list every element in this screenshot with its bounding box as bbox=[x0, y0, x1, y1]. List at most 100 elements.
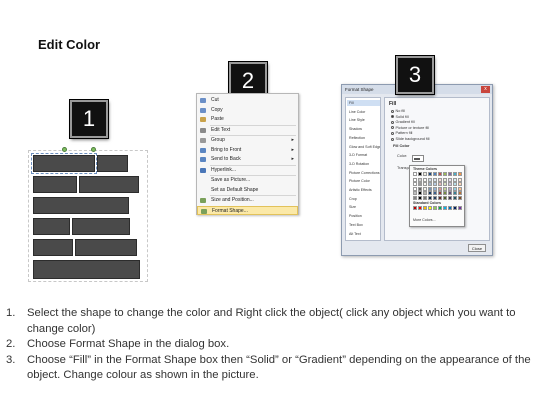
brick-shape-selected[interactable] bbox=[31, 153, 97, 174]
dialog-nav-item[interactable]: Picture Corrections bbox=[347, 170, 380, 176]
dialog-nav-item[interactable]: Artistic Effects bbox=[347, 187, 380, 193]
menu-item[interactable]: Hyperlink... bbox=[197, 166, 298, 175]
color-swatch[interactable] bbox=[433, 177, 437, 182]
color-swatch[interactable] bbox=[418, 182, 422, 187]
color-swatch[interactable] bbox=[443, 182, 447, 187]
color-swatch[interactable] bbox=[413, 172, 417, 176]
more-colors-link[interactable]: More Colors... bbox=[413, 218, 436, 222]
color-swatch[interactable] bbox=[458, 186, 462, 191]
fill-option-radio[interactable]: Pattern fill bbox=[391, 131, 412, 136]
color-swatch[interactable] bbox=[448, 172, 452, 176]
color-swatch[interactable] bbox=[458, 182, 462, 187]
standard-color-swatch[interactable] bbox=[453, 206, 457, 210]
standard-color-swatch[interactable] bbox=[458, 206, 462, 210]
color-swatch[interactable] bbox=[418, 191, 422, 196]
dialog-nav-item[interactable]: Reflection bbox=[347, 135, 380, 141]
dialog-nav-item[interactable]: Text Box bbox=[347, 222, 380, 228]
menu-item[interactable]: Paste bbox=[197, 115, 298, 124]
color-swatch[interactable] bbox=[428, 182, 432, 187]
dialog-nav-item[interactable]: 3-D Format bbox=[347, 152, 380, 158]
close-button[interactable]: Close bbox=[468, 244, 486, 252]
color-swatch[interactable] bbox=[413, 191, 417, 196]
menu-item[interactable]: Save as Picture... bbox=[197, 176, 298, 185]
fill-option-radio[interactable]: No fill bbox=[391, 109, 405, 114]
fill-option-radio[interactable]: Slide background fill bbox=[391, 137, 429, 142]
color-swatch[interactable] bbox=[423, 177, 427, 182]
color-swatch[interactable] bbox=[453, 196, 457, 200]
color-swatch[interactable] bbox=[423, 196, 427, 200]
color-swatch[interactable] bbox=[443, 172, 447, 176]
color-swatch[interactable] bbox=[418, 177, 422, 182]
dialog-nav-item[interactable]: Shadow bbox=[347, 126, 380, 132]
color-swatch[interactable] bbox=[438, 172, 442, 176]
color-swatch[interactable] bbox=[443, 186, 447, 191]
color-swatch[interactable] bbox=[423, 182, 427, 187]
color-swatch[interactable] bbox=[423, 172, 427, 176]
color-swatch[interactable] bbox=[433, 186, 437, 191]
color-swatch[interactable] bbox=[458, 177, 462, 182]
brick-shape[interactable] bbox=[33, 176, 77, 193]
dialog-nav-item[interactable]: Fill bbox=[347, 100, 380, 106]
color-swatch[interactable] bbox=[413, 196, 417, 200]
color-swatch[interactable] bbox=[458, 172, 462, 176]
color-swatch[interactable] bbox=[448, 182, 452, 187]
color-swatch[interactable] bbox=[438, 191, 442, 196]
color-swatch[interactable] bbox=[453, 172, 457, 176]
color-swatch[interactable] bbox=[438, 196, 442, 200]
color-swatch[interactable] bbox=[458, 191, 462, 196]
selection-handle[interactable] bbox=[62, 147, 67, 152]
color-swatch[interactable] bbox=[453, 191, 457, 196]
color-swatch[interactable] bbox=[423, 191, 427, 196]
menu-item[interactable]: Size and Position... bbox=[197, 196, 298, 205]
dialog-nav-item[interactable]: Picture Color bbox=[347, 178, 380, 184]
color-swatch[interactable] bbox=[428, 172, 432, 176]
color-swatch[interactable] bbox=[433, 182, 437, 187]
menu-item[interactable]: Copy bbox=[197, 106, 298, 115]
standard-color-swatch[interactable] bbox=[448, 206, 452, 210]
dialog-nav-item[interactable]: Alt Text bbox=[347, 231, 380, 237]
standard-color-swatch[interactable] bbox=[443, 206, 447, 210]
fill-option-radio[interactable]: Solid fill bbox=[391, 115, 409, 120]
color-swatch[interactable] bbox=[428, 186, 432, 191]
dialog-nav-item[interactable]: Size bbox=[347, 204, 380, 210]
color-swatch[interactable] bbox=[413, 177, 417, 182]
color-swatch[interactable] bbox=[448, 177, 452, 182]
close-icon[interactable]: x bbox=[481, 86, 490, 93]
dialog-nav-item[interactable]: Position bbox=[347, 213, 380, 219]
brick-shape[interactable] bbox=[75, 239, 137, 256]
color-swatch[interactable] bbox=[448, 191, 452, 196]
color-swatch[interactable] bbox=[428, 196, 432, 200]
dialog-nav-item[interactable]: Glow and Soft Edges bbox=[347, 144, 380, 150]
dialog-nav-item[interactable]: 3-D Rotation bbox=[347, 161, 380, 167]
menu-item[interactable]: Cut bbox=[197, 96, 298, 105]
color-swatch[interactable] bbox=[433, 191, 437, 196]
color-swatch[interactable] bbox=[438, 182, 442, 187]
color-swatch[interactable] bbox=[418, 196, 422, 200]
brick-shape[interactable] bbox=[33, 239, 73, 256]
color-swatch[interactable] bbox=[413, 186, 417, 191]
brick-shape[interactable] bbox=[33, 197, 129, 214]
menu-item[interactable]: Set as Default Shape bbox=[197, 186, 298, 195]
color-picker-button[interactable] bbox=[412, 155, 424, 162]
brick-shape[interactable] bbox=[33, 218, 70, 235]
menu-item[interactable]: Send to Back ▸ bbox=[197, 155, 298, 164]
dialog-nav-item[interactable]: Crop bbox=[347, 196, 380, 202]
color-swatch[interactable] bbox=[438, 177, 442, 182]
color-swatch[interactable] bbox=[448, 186, 452, 191]
color-swatch[interactable] bbox=[453, 186, 457, 191]
fill-option-radio[interactable]: Picture or texture fill bbox=[391, 126, 429, 131]
color-swatch[interactable] bbox=[428, 191, 432, 196]
color-swatch[interactable] bbox=[433, 172, 437, 176]
color-swatch[interactable] bbox=[453, 182, 457, 187]
fill-option-radio[interactable]: Gradient fill bbox=[391, 120, 415, 125]
color-swatch[interactable] bbox=[433, 196, 437, 200]
color-swatch[interactable] bbox=[458, 196, 462, 200]
brick-shape[interactable] bbox=[72, 218, 130, 235]
color-swatch[interactable] bbox=[413, 182, 417, 187]
dialog-nav-item[interactable]: Line Style bbox=[347, 117, 380, 123]
selection-handle[interactable] bbox=[91, 147, 96, 152]
standard-color-swatch[interactable] bbox=[423, 206, 427, 210]
standard-color-swatch[interactable] bbox=[433, 206, 437, 210]
standard-color-swatch[interactable] bbox=[438, 206, 442, 210]
menu-item[interactable]: Format Shape... bbox=[197, 205, 298, 215]
